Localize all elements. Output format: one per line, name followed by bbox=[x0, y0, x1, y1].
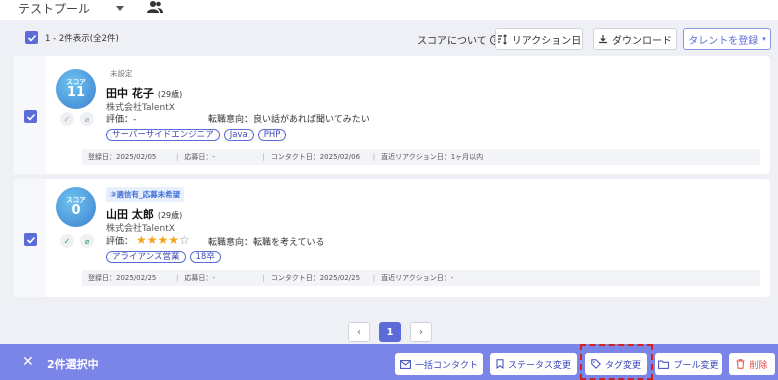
check-circle-icon[interactable]: ✓ bbox=[60, 234, 74, 248]
people-icon[interactable] bbox=[147, 0, 163, 14]
status-label: 未設定 bbox=[110, 69, 133, 78]
register-talent-label: タレントを登録 bbox=[688, 35, 759, 47]
pool-change-button[interactable]: プール変更 bbox=[655, 353, 722, 375]
trash-icon bbox=[736, 359, 745, 369]
filled-star-icons: ★★★★ bbox=[136, 233, 180, 247]
folder-icon bbox=[658, 360, 670, 369]
card-status-icons: ✓ ⌀ bbox=[60, 112, 94, 126]
check-icon bbox=[26, 113, 35, 121]
row-checkbox[interactable] bbox=[24, 233, 37, 246]
rating-stars: ★★★★☆ bbox=[136, 233, 190, 247]
status-badge: ③選信有_応募未希望 bbox=[106, 187, 185, 202]
contact-date: コンタクト日：2025/02/25 bbox=[270, 274, 361, 282]
score-value: 0 bbox=[71, 203, 81, 218]
rating: 評価： ★★★★☆ bbox=[106, 233, 190, 247]
pagination: ‹ 1 › bbox=[348, 322, 432, 342]
status-change-button[interactable]: ステータス変更 bbox=[490, 353, 577, 375]
applied-date: 応募日：- bbox=[184, 274, 215, 282]
pool-change-label: プール変更 bbox=[673, 360, 719, 371]
divider: | bbox=[262, 153, 265, 161]
bookmark-icon bbox=[496, 359, 504, 369]
divider: | bbox=[176, 153, 179, 161]
bulk-contact-button[interactable]: 一括コンタクト bbox=[395, 353, 483, 375]
tag-list: サーバーサイドエンジニア Java PHP bbox=[106, 129, 287, 141]
download-icon bbox=[599, 35, 607, 44]
candidate-card[interactable]: スコア 11 ✓ ⌀ 未設定 田中 花子 (29歳) 株式会社TalentX 評価… bbox=[14, 56, 770, 174]
chevron-down-icon[interactable] bbox=[116, 6, 124, 11]
dates-bar: 登録日：2025/02/25 | 応募日：- | コンタクト日：2025/02/… bbox=[82, 270, 760, 286]
registered-date: 登録日：2025/02/25 bbox=[88, 274, 157, 282]
next-page-button[interactable]: › bbox=[410, 322, 432, 342]
tag-chip[interactable]: Java bbox=[223, 129, 254, 141]
dates-bar: 登録日：2025/02/05 | 応募日：- | コンタクト日：2025/02/… bbox=[82, 149, 760, 165]
contact-date: コンタクト日：2025/02/06 bbox=[270, 153, 361, 161]
candidate-name[interactable]: 山田 太郎 (29歳) bbox=[106, 206, 182, 222]
reaction-date: 直近リアクション日：- bbox=[381, 274, 454, 282]
tag-chip[interactable]: PHP bbox=[257, 129, 287, 141]
score-value: 11 bbox=[66, 85, 86, 100]
score-avatar: スコア 0 bbox=[56, 187, 96, 227]
delete-button[interactable]: 削除 bbox=[729, 353, 775, 375]
register-talent-button[interactable]: タレントを登録 ▾ bbox=[683, 28, 771, 50]
caret-down-icon: ▾ bbox=[762, 35, 766, 43]
rating: 評価：- bbox=[106, 112, 136, 125]
tag-list: アライアンス営業 18卒 bbox=[106, 251, 221, 263]
download-label: ダウンロード bbox=[612, 35, 672, 47]
candidate-name-text: 田中 花子 bbox=[106, 87, 154, 100]
candidate-age: (29歳) bbox=[157, 211, 183, 220]
card-select-column bbox=[14, 179, 46, 297]
divider: | bbox=[372, 153, 376, 161]
reaction-date: 直近リアクション日：1ヶ月以内 bbox=[381, 153, 484, 161]
tag-chip[interactable]: アライアンス営業 bbox=[106, 251, 186, 263]
rating-label: 評価：- bbox=[106, 115, 137, 125]
close-icon[interactable]: ✕ bbox=[22, 355, 34, 369]
selected-count: 2件選択中 bbox=[47, 358, 99, 371]
score-about-label: スコアについて bbox=[417, 36, 487, 47]
reaction-sort-label: リアクション日 bbox=[511, 35, 582, 47]
divider: | bbox=[262, 274, 265, 282]
pool-select[interactable]: テストプール bbox=[18, 0, 90, 17]
page-button-current[interactable]: 1 bbox=[379, 322, 401, 342]
candidate-name[interactable]: 田中 花子 (29歳) bbox=[106, 85, 182, 101]
reaction-sort-button[interactable]: リアクション日 bbox=[495, 28, 583, 50]
rating-label: 評価： bbox=[106, 236, 134, 247]
paperclip-icon[interactable]: ⌀ bbox=[80, 234, 94, 248]
card-select-column bbox=[14, 56, 46, 174]
registered-date: 登録日：2025/02/05 bbox=[88, 153, 157, 161]
card-status-icons: ✓ ⌀ bbox=[60, 234, 94, 248]
applied-date: 応募日：- bbox=[184, 153, 215, 161]
check-icon bbox=[26, 236, 35, 244]
score-about-link[interactable]: スコアについて ? bbox=[417, 32, 500, 47]
result-count: 1 - 2件表示(全2件) bbox=[45, 34, 119, 44]
divider: | bbox=[372, 274, 376, 282]
candidate-card[interactable]: スコア 0 ✓ ⌀ ③選信有_応募未希望 山田 太郎 (29歳) 株式会社Tale… bbox=[14, 179, 770, 297]
divider: | bbox=[176, 274, 179, 282]
bulk-action-bar: ✕ 2件選択中 一括コンタクト ステータス変更 タグ変更 プール変更 削除 bbox=[0, 344, 778, 380]
top-bar: テストプール bbox=[0, 0, 778, 20]
intent: 転職意向：良い話があれば聞いてみたい bbox=[208, 115, 370, 125]
candidate-age: (29歳) bbox=[157, 90, 183, 99]
intent: 転職意向：転職を考えている bbox=[208, 238, 325, 248]
paperclip-icon[interactable]: ⌀ bbox=[80, 112, 94, 126]
tag-chip[interactable]: サーバーサイドエンジニア bbox=[106, 129, 220, 141]
score-avatar: スコア 11 bbox=[56, 69, 96, 109]
highlight-box bbox=[580, 344, 653, 380]
tag-chip[interactable]: 18卒 bbox=[189, 251, 221, 263]
status-change-label: ステータス変更 bbox=[507, 360, 571, 371]
row-checkbox[interactable] bbox=[24, 110, 37, 123]
sort-icon bbox=[497, 33, 507, 45]
download-button[interactable]: ダウンロード bbox=[593, 28, 677, 50]
candidate-name-text: 山田 太郎 bbox=[106, 208, 154, 221]
mail-icon bbox=[400, 359, 411, 369]
check-icon bbox=[27, 34, 36, 42]
bulk-contact-label: 一括コンタクト bbox=[414, 360, 478, 371]
empty-star-icon: ☆ bbox=[179, 233, 190, 247]
select-all-checkbox[interactable] bbox=[25, 31, 38, 44]
delete-label: 削除 bbox=[749, 360, 768, 371]
pool-name: テストプール bbox=[18, 2, 91, 16]
prev-page-button[interactable]: ‹ bbox=[348, 322, 370, 342]
check-circle-icon[interactable]: ✓ bbox=[60, 112, 74, 126]
